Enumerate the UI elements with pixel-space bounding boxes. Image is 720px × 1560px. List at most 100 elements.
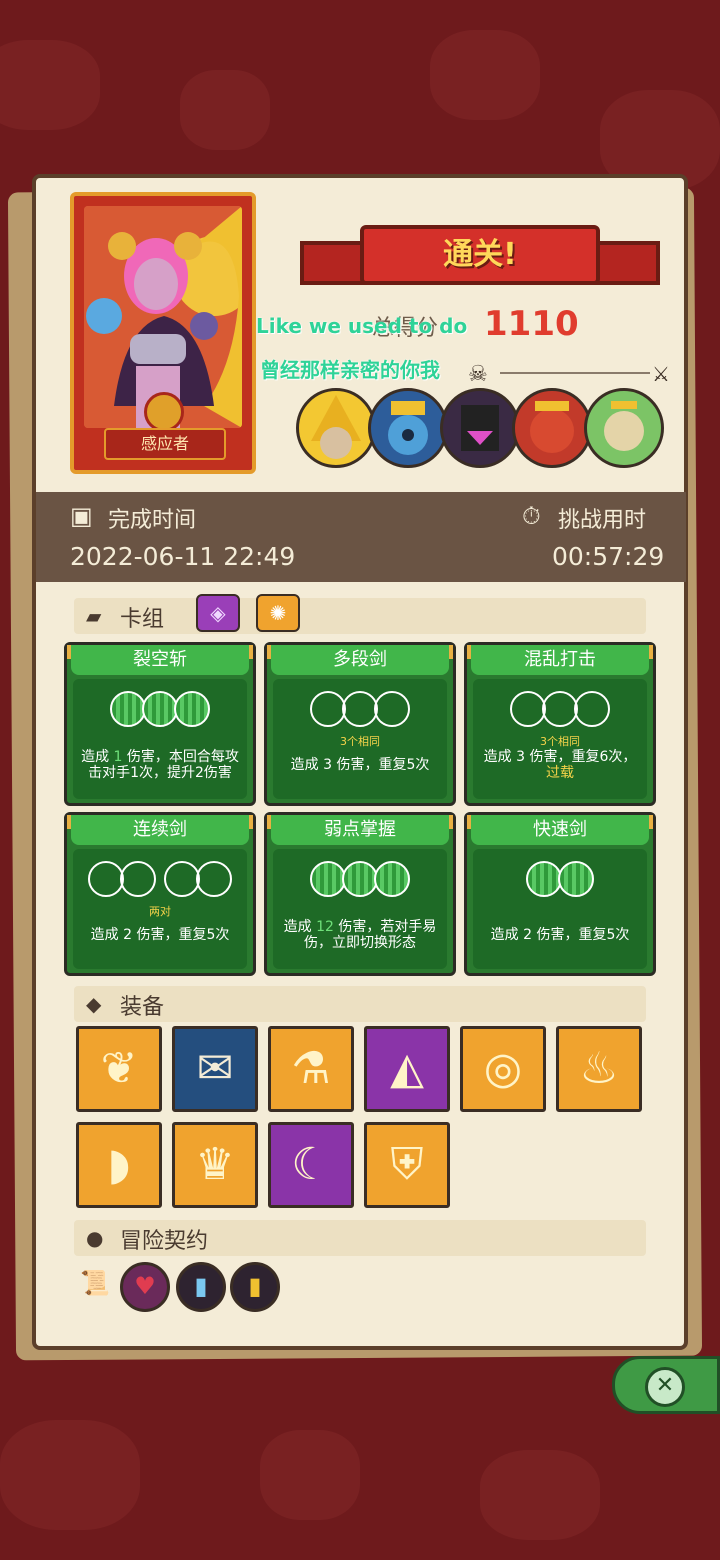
- description-text: 造成: [283, 919, 317, 935]
- eye-tag-icon[interactable]: ◈: [196, 594, 240, 632]
- crown-icon: ♛: [195, 1139, 235, 1190]
- scroll-icon[interactable]: 📜: [70, 1262, 120, 1312]
- progress-line: [500, 372, 650, 374]
- finish-time-label: 完成时间: [108, 508, 197, 533]
- dice-slot-empty: [374, 691, 410, 727]
- deck-title: 卡组: [120, 607, 165, 632]
- banner-ribbon: 通关!: [360, 225, 600, 285]
- character-card[interactable]: 感应者: [70, 192, 256, 474]
- dice-slot-filled: [342, 861, 378, 897]
- ring-icon: ◎: [483, 1043, 523, 1094]
- equipment-slot[interactable]: ✉: [172, 1026, 258, 1112]
- equipment-section-header: ◆ 装备: [74, 986, 646, 1022]
- bottle-gold-icon[interactable]: ▮: [230, 1262, 280, 1312]
- potion-icon: ⚗: [291, 1043, 331, 1094]
- card-title: 混乱打击: [471, 645, 649, 675]
- card-title: 弱点掌握: [271, 815, 449, 845]
- dice-slot-empty: [342, 691, 378, 727]
- card-body: 造成 2 伤害，重复5次: [473, 849, 647, 969]
- equipment-slot[interactable]: ◭: [364, 1026, 450, 1112]
- equipment-slot[interactable]: ◎: [460, 1026, 546, 1112]
- dice-slot-filled: [174, 691, 210, 727]
- boss-portrait-king[interactable]: [368, 388, 448, 468]
- description-text: 造成: [290, 757, 324, 773]
- boss-portrait-samurai[interactable]: [512, 388, 592, 468]
- banner-title: 通关!: [443, 237, 517, 272]
- card-body: 两对造成 2 伤害，重复5次: [73, 849, 247, 969]
- deck-card[interactable]: 弱点掌握造成 12 伤害，若对手易伤，立即切换形态: [264, 812, 456, 976]
- background-pattern: [260, 1430, 360, 1520]
- description-text: 伤害，重复6次，: [525, 749, 637, 765]
- equipment-slot[interactable]: ⚗: [268, 1026, 354, 1112]
- horn-icon: ◭: [390, 1043, 424, 1094]
- dice-slots: [473, 691, 647, 735]
- card-description: 造成 1 伤害，本回合每攻击对手1次，提升2伤害: [79, 749, 241, 781]
- person-icon: ●: [86, 1226, 104, 1250]
- slot-requirement: 3个相同: [340, 735, 380, 748]
- feather-icon: ❦: [100, 1043, 138, 1094]
- equipment-slot[interactable]: ♛: [172, 1122, 258, 1208]
- dice-slot-filled: [142, 691, 178, 727]
- dice-slot-empty: [120, 861, 156, 897]
- equipment-slot[interactable]: ◗: [76, 1122, 162, 1208]
- lyric-overlay-line-2: 曾经那样亲密的你我: [260, 358, 440, 382]
- dice-slot-empty: [542, 691, 578, 727]
- deck-card[interactable]: 连续剑 两对 造成 2 伤害，重复5次: [64, 812, 256, 976]
- card-body: 3个相同 造成 3 伤害，重复6次，过载: [473, 679, 647, 799]
- contracts-section-header: ● 冒险契约: [74, 1220, 646, 1256]
- card-title: 多段剑: [271, 645, 449, 675]
- dice-slot-filled: [374, 861, 410, 897]
- dice-slot-filled: [110, 691, 146, 727]
- cornucopia-icon: ◗: [107, 1139, 131, 1190]
- dice-slot-empty: [574, 691, 610, 727]
- shield-icon: ⛨: [390, 1139, 424, 1190]
- equipment-slot[interactable]: ♨: [556, 1026, 642, 1112]
- banner-tail-right: [590, 241, 660, 285]
- duration-label: 挑战用时: [558, 508, 647, 533]
- box-icon: ◆: [86, 992, 102, 1016]
- dice-slot-empty: [510, 691, 546, 727]
- close-icon: ✕: [645, 1367, 685, 1407]
- deck-card[interactable]: 裂空斩 造成 1 伤害，本回合每攻击对手1次，提升2伤害: [64, 642, 256, 806]
- boss-portrait-elf[interactable]: [584, 388, 664, 468]
- damage-value: 3: [516, 749, 525, 765]
- equipment-slot[interactable]: ❦: [76, 1026, 162, 1112]
- dice-slots: [473, 861, 647, 905]
- close-button[interactable]: ✕: [612, 1356, 720, 1414]
- background-pattern: [180, 70, 270, 150]
- description-text: 造成: [90, 927, 124, 943]
- damage-value: 2: [123, 927, 132, 943]
- character-name: 感应者: [104, 428, 226, 460]
- character-badge-icon: [144, 392, 184, 432]
- deck-section-header: ▰ 卡组: [74, 598, 646, 634]
- dice-slots: [273, 861, 447, 905]
- bottle-icon[interactable]: ▮: [176, 1262, 226, 1312]
- equipment-slot[interactable]: ☾: [268, 1122, 354, 1208]
- contracts-title: 冒险契约: [120, 1229, 209, 1254]
- deck-card[interactable]: 多段剑 3个相同造成 3 伤害，重复5次: [264, 642, 456, 806]
- equipment-slot[interactable]: ⛨: [364, 1122, 450, 1208]
- card-description: 造成 2 伤害，重复5次: [79, 927, 241, 943]
- score-value: 1110: [484, 304, 579, 344]
- deck-card[interactable]: 快速剑 造成 2 伤害，重复5次: [464, 812, 656, 976]
- dice-slot-empty: [88, 861, 124, 897]
- slot-requirement: 两对: [149, 905, 171, 918]
- scroll-icon: ✉: [196, 1043, 234, 1094]
- card-body: 造成 12 伤害，若对手易伤，立即切换形态: [273, 849, 447, 969]
- boss-portrait-demon[interactable]: [440, 388, 520, 468]
- boss-portrait-wizard[interactable]: [296, 388, 376, 468]
- slot-requirement: 3个相同: [540, 735, 580, 748]
- card-description: 造成 3 伤害，重复6次，过载: [479, 749, 641, 781]
- description-text: 伤害，重复5次: [332, 757, 430, 773]
- damage-value: 3: [323, 757, 332, 773]
- cards-icon: ▰: [86, 604, 102, 628]
- heart-icon[interactable]: ♥: [120, 1262, 170, 1312]
- card-body: 造成 1 伤害，本回合每攻击对手1次，提升2伤害: [73, 679, 247, 799]
- background-pattern: [430, 30, 540, 120]
- dice-slot-filled: [310, 861, 346, 897]
- damage-value: 12: [316, 919, 334, 935]
- spiral-tag-icon[interactable]: ✺: [256, 594, 300, 632]
- description-text: 造成: [81, 749, 114, 765]
- deck-card[interactable]: 混乱打击 3个相同 造成 3 伤害，重复6次，过载: [464, 642, 656, 806]
- stopwatch-icon: ⏱: [522, 502, 541, 530]
